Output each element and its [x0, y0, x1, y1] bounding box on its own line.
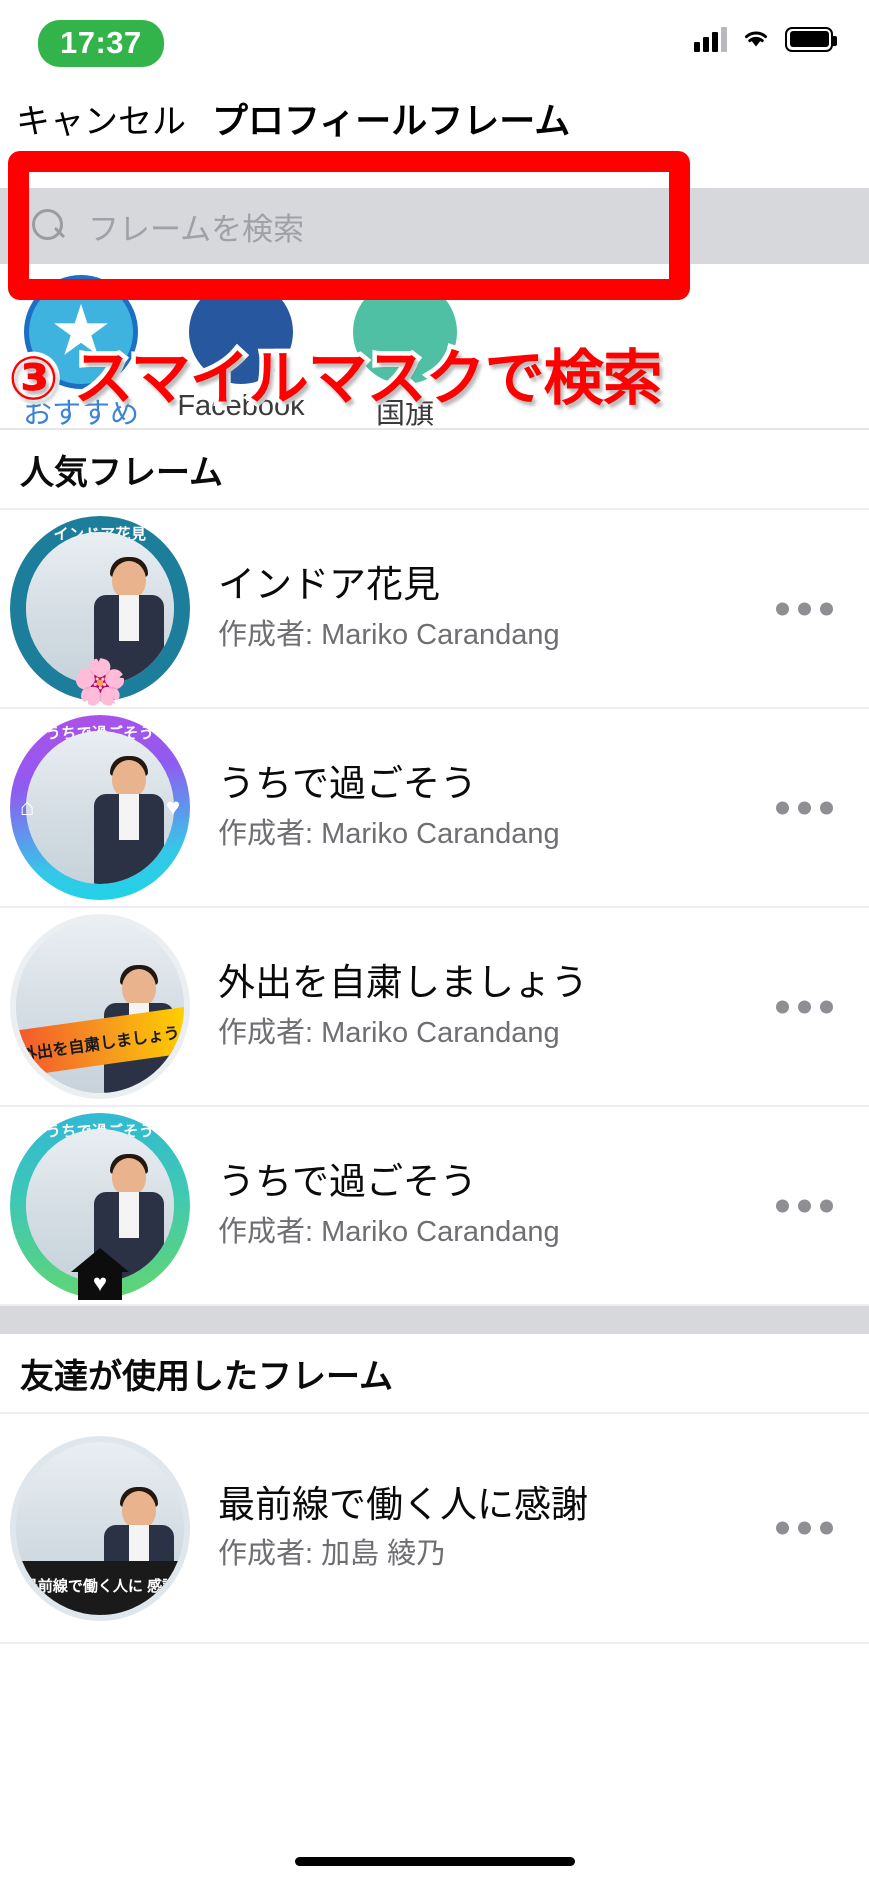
section-divider [0, 1306, 869, 1334]
more-options-icon[interactable] [776, 801, 833, 814]
house-heart-icon: ♥ [71, 1248, 129, 1300]
cancel-button[interactable]: キャンセル [16, 94, 186, 143]
frame-author: 作成者: Mariko Carandang [218, 1215, 560, 1248]
frame-author: 作成者: 加島 綾乃 [218, 1538, 446, 1571]
status-icons [694, 26, 837, 52]
more-options-icon[interactable] [776, 1000, 833, 1013]
frame-thumbnail: うちで過ごそう ⌂ ♥ [10, 715, 190, 900]
frame-thumbnail: インドア花見 🌸 [10, 516, 190, 705]
frame-thumbnail: 最前線で働く人に 感謝 [10, 1435, 190, 1621]
frame-author: 作成者: Mariko Carandang [218, 1016, 560, 1049]
frame-author: 作成者: Mariko Carandang [218, 817, 560, 850]
frame-meta: 外出を自粛しましょう 作成者: Mariko Carandang [218, 962, 869, 1051]
section-heading-friends: 友達が使用したフレーム [0, 1334, 869, 1414]
navigation-bar: キャンセル プロフィールフレーム [0, 92, 869, 156]
annotation-text: ③ スマイルマスクで検索 [4, 341, 668, 417]
frame-list-item[interactable]: インドア花見 🌸 インドア花見 作成者: Mariko Carandang [0, 510, 869, 709]
frame-meta: 最前線で働く人に感謝 作成者: 加島 綾乃 [218, 1484, 869, 1573]
app-screen: 17:37 キャンセル プロフィールフレーム フレームを検索 ★ おすすめ Fa… [0, 0, 869, 1883]
home-indicator [294, 1857, 575, 1866]
frame-meta: うちで過ごそう 作成者: Mariko Carandang [218, 1161, 869, 1250]
status-time: 17:37 [38, 20, 164, 67]
wifi-icon [741, 27, 771, 51]
search-section: フレームを検索 [0, 156, 869, 276]
frame-thumbnail: 外出を自粛しましょう [10, 914, 190, 1099]
frame-title: 最前線で働く人に感謝 [218, 1483, 588, 1525]
page-title: プロフィールフレーム [212, 100, 571, 141]
home-icon: ⌂ [19, 793, 35, 821]
frame-list-item[interactable]: うちで過ごそう ⌂ ♥ うちで過ごそう 作成者: Mariko Carandan… [0, 709, 869, 908]
frame-title: うちで過ごそう [218, 763, 477, 805]
sakura-flower-icon: 🌸 [72, 658, 128, 707]
more-options-icon[interactable] [776, 1521, 833, 1535]
more-options-icon[interactable] [776, 602, 833, 615]
status-bar: 17:37 [0, 0, 869, 92]
search-icon [32, 209, 66, 243]
avatar: 最前線で働く人に 感謝 [16, 1441, 184, 1615]
heart-icon: ♥ [165, 793, 181, 821]
frame-list-item[interactable]: 外出を自粛しましょう 外出を自粛しましょう 作成者: Mariko Carand… [0, 908, 869, 1107]
frame-author: 作成者: Mariko Carandang [218, 618, 560, 651]
avatar: 外出を自粛しましょう [16, 920, 184, 1093]
frame-thumbnail: うちで過ごそう ♥ [10, 1113, 190, 1300]
search-placeholder: フレームを検索 [88, 211, 305, 247]
cellular-signal-icon [694, 26, 727, 52]
more-options-icon[interactable] [776, 1199, 833, 1212]
frame-list-item[interactable]: うちで過ごそう ♥ うちで過ごそう 作成者: Mariko Carandang [0, 1107, 869, 1306]
frame-banner: 最前線で働く人に 感謝 [16, 1560, 184, 1615]
search-input[interactable]: フレームを検索 [0, 188, 869, 264]
frame-title: インドア花見 [218, 564, 440, 606]
avatar [26, 731, 174, 884]
battery-icon [785, 26, 837, 52]
frame-meta: インドア花見 作成者: Mariko Carandang [218, 564, 869, 653]
frame-meta: うちで過ごそう 作成者: Mariko Carandang [218, 763, 869, 852]
frame-list-item[interactable]: 最前線で働く人に 感謝 最前線で働く人に感謝 作成者: 加島 綾乃 [0, 1414, 869, 1644]
frame-title: 外出を自粛しましょう [218, 962, 588, 1004]
frame-title: うちで過ごそう [218, 1161, 477, 1203]
section-heading-popular: 人気フレーム [0, 430, 869, 510]
